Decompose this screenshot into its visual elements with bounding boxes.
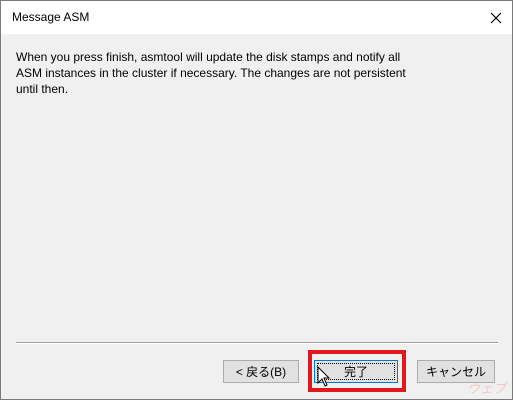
back-button-label: < 戻る(B) <box>235 365 287 379</box>
message-text: When you press finish, asmtool will upda… <box>16 50 406 96</box>
message-asm-dialog: Message ASM When you press finish, asmto… <box>0 0 513 400</box>
close-button[interactable] <box>480 1 512 34</box>
back-button[interactable]: < 戻る(B) <box>223 360 299 383</box>
window-title: Message ASM <box>12 10 90 24</box>
close-icon <box>490 12 502 23</box>
mouse-pointer-icon <box>317 366 331 387</box>
divider <box>16 342 498 344</box>
watermark: ウェブ <box>466 381 506 396</box>
title-bar: Message ASM <box>1 1 512 34</box>
